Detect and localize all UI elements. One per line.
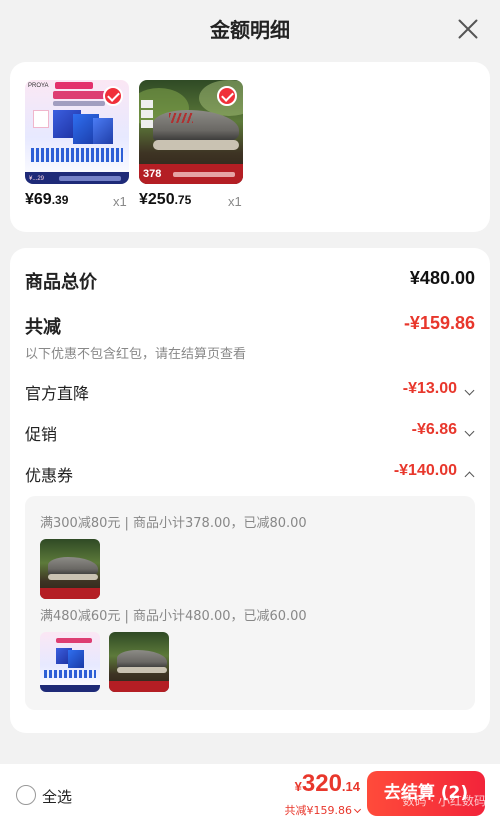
total-price-row: 商品总价 ¥480.00	[25, 268, 475, 293]
image-price: ¥...29	[29, 176, 45, 182]
chevron-down-icon[interactable]	[464, 426, 475, 437]
discount-note: 以下优惠不包含红包，请在结算页查看	[25, 347, 247, 362]
products-card: PROYA ¥...29 378 ¥69.39 x1 ¥250.75 x1	[10, 62, 490, 232]
coupon-product-thumbnail	[40, 539, 100, 599]
selected-check-icon[interactable]	[217, 86, 237, 106]
price-decimal: .39	[51, 193, 69, 207]
total-price-value: ¥480.00	[409, 268, 475, 288]
price-breakdown-card: 商品总价 ¥480.00 共减 -¥159.86 以下优惠不包含红包，请在结算页…	[10, 248, 490, 733]
total-decimal: .14	[341, 779, 360, 794]
product-bottles	[31, 148, 123, 162]
spec-badge	[141, 100, 153, 108]
select-all-label[interactable]: 全选	[42, 786, 72, 807]
spec-badge	[141, 120, 153, 128]
product-price: ¥250.75	[139, 191, 191, 209]
shoe-sole	[117, 667, 167, 673]
coupon-product-thumbnail	[109, 632, 169, 692]
image-footer-text	[59, 176, 121, 181]
select-all-radio[interactable]	[16, 785, 36, 805]
coupon-details: 满300减80元 | 商品小计378.00，已减80.00 满480减60元 |…	[25, 496, 475, 710]
price-integer: ¥69	[25, 191, 52, 208]
product-image-1[interactable]: PROYA ¥...29	[25, 80, 129, 184]
shoe-lace	[169, 113, 193, 123]
shoe-sole	[48, 574, 98, 580]
spec-badge	[141, 110, 153, 118]
coupon-product-thumbnail	[40, 632, 100, 692]
page-title: 金额明细	[210, 18, 290, 42]
reduction-value: -¥159.86	[403, 313, 475, 333]
price-integer: ¥250	[139, 191, 175, 208]
chevron-down-icon	[353, 805, 362, 814]
price-band	[40, 588, 100, 599]
grand-total: ¥320.14	[295, 770, 360, 798]
coupon-label: 优惠券	[25, 466, 74, 485]
shoe-product-image	[109, 632, 169, 692]
product-box	[93, 118, 113, 144]
currency-symbol: ¥	[294, 779, 302, 794]
shoe-sole	[153, 140, 239, 150]
promotion-row[interactable]: 促销 -¥6.86	[25, 421, 475, 445]
promo-tag	[55, 82, 93, 89]
product-quantity: x1	[113, 194, 127, 209]
shoe-product-image	[40, 539, 100, 599]
coupon-row[interactable]: 优惠券 -¥140.00	[25, 462, 475, 486]
image-footer	[40, 685, 100, 692]
header: 金额明细	[0, 0, 500, 58]
coupon-value: -¥140.00	[393, 462, 457, 479]
price-band	[109, 681, 169, 692]
total-price-label: 商品总价	[25, 272, 97, 293]
product-brand: PROYA	[28, 83, 49, 89]
selected-check-icon[interactable]	[103, 86, 123, 106]
official-discount-value: -¥13.00	[402, 380, 457, 397]
price-decimal: .75	[174, 193, 192, 207]
saved-amount-text: 共减¥159.86	[284, 804, 353, 817]
promotion-value: -¥6.86	[411, 421, 457, 438]
image-price: 378	[143, 168, 162, 180]
badge	[33, 110, 49, 128]
promo-subline	[53, 101, 105, 106]
price-band-text	[173, 172, 235, 177]
promotion-label: 促销	[25, 425, 58, 444]
chevron-down-icon[interactable]	[464, 385, 475, 396]
promo-line	[56, 638, 92, 643]
total-integer: 320	[301, 770, 342, 797]
reduction-row: 共减 -¥159.86	[25, 313, 475, 338]
reduction-label: 共减	[25, 317, 61, 338]
skincare-product-image	[40, 632, 100, 692]
product-box	[68, 650, 84, 668]
coupon-line: 满300减80元 | 商品小计378.00，已减80.00	[40, 516, 307, 531]
product-quantity: x1	[228, 194, 242, 209]
watermark: 数码 · 小红数码	[402, 794, 486, 808]
coupon-line: 满480减60元 | 商品小计480.00，已减60.00	[40, 609, 307, 624]
official-discount-label: 官方直降	[25, 384, 90, 403]
product-image-2[interactable]: 378	[139, 80, 243, 184]
product-bottles	[44, 670, 96, 678]
product-price: ¥69.39	[25, 191, 68, 209]
saved-amount[interactable]: 共减¥159.86	[284, 802, 362, 818]
chevron-up-icon[interactable]	[464, 471, 475, 482]
checkout-bar: 全选 ¥320.14 共减¥159.86 去结算 (2) 数码 · 小红数码	[0, 764, 500, 819]
official-discount-row[interactable]: 官方直降 -¥13.00	[25, 380, 475, 404]
close-icon[interactable]	[454, 15, 482, 43]
